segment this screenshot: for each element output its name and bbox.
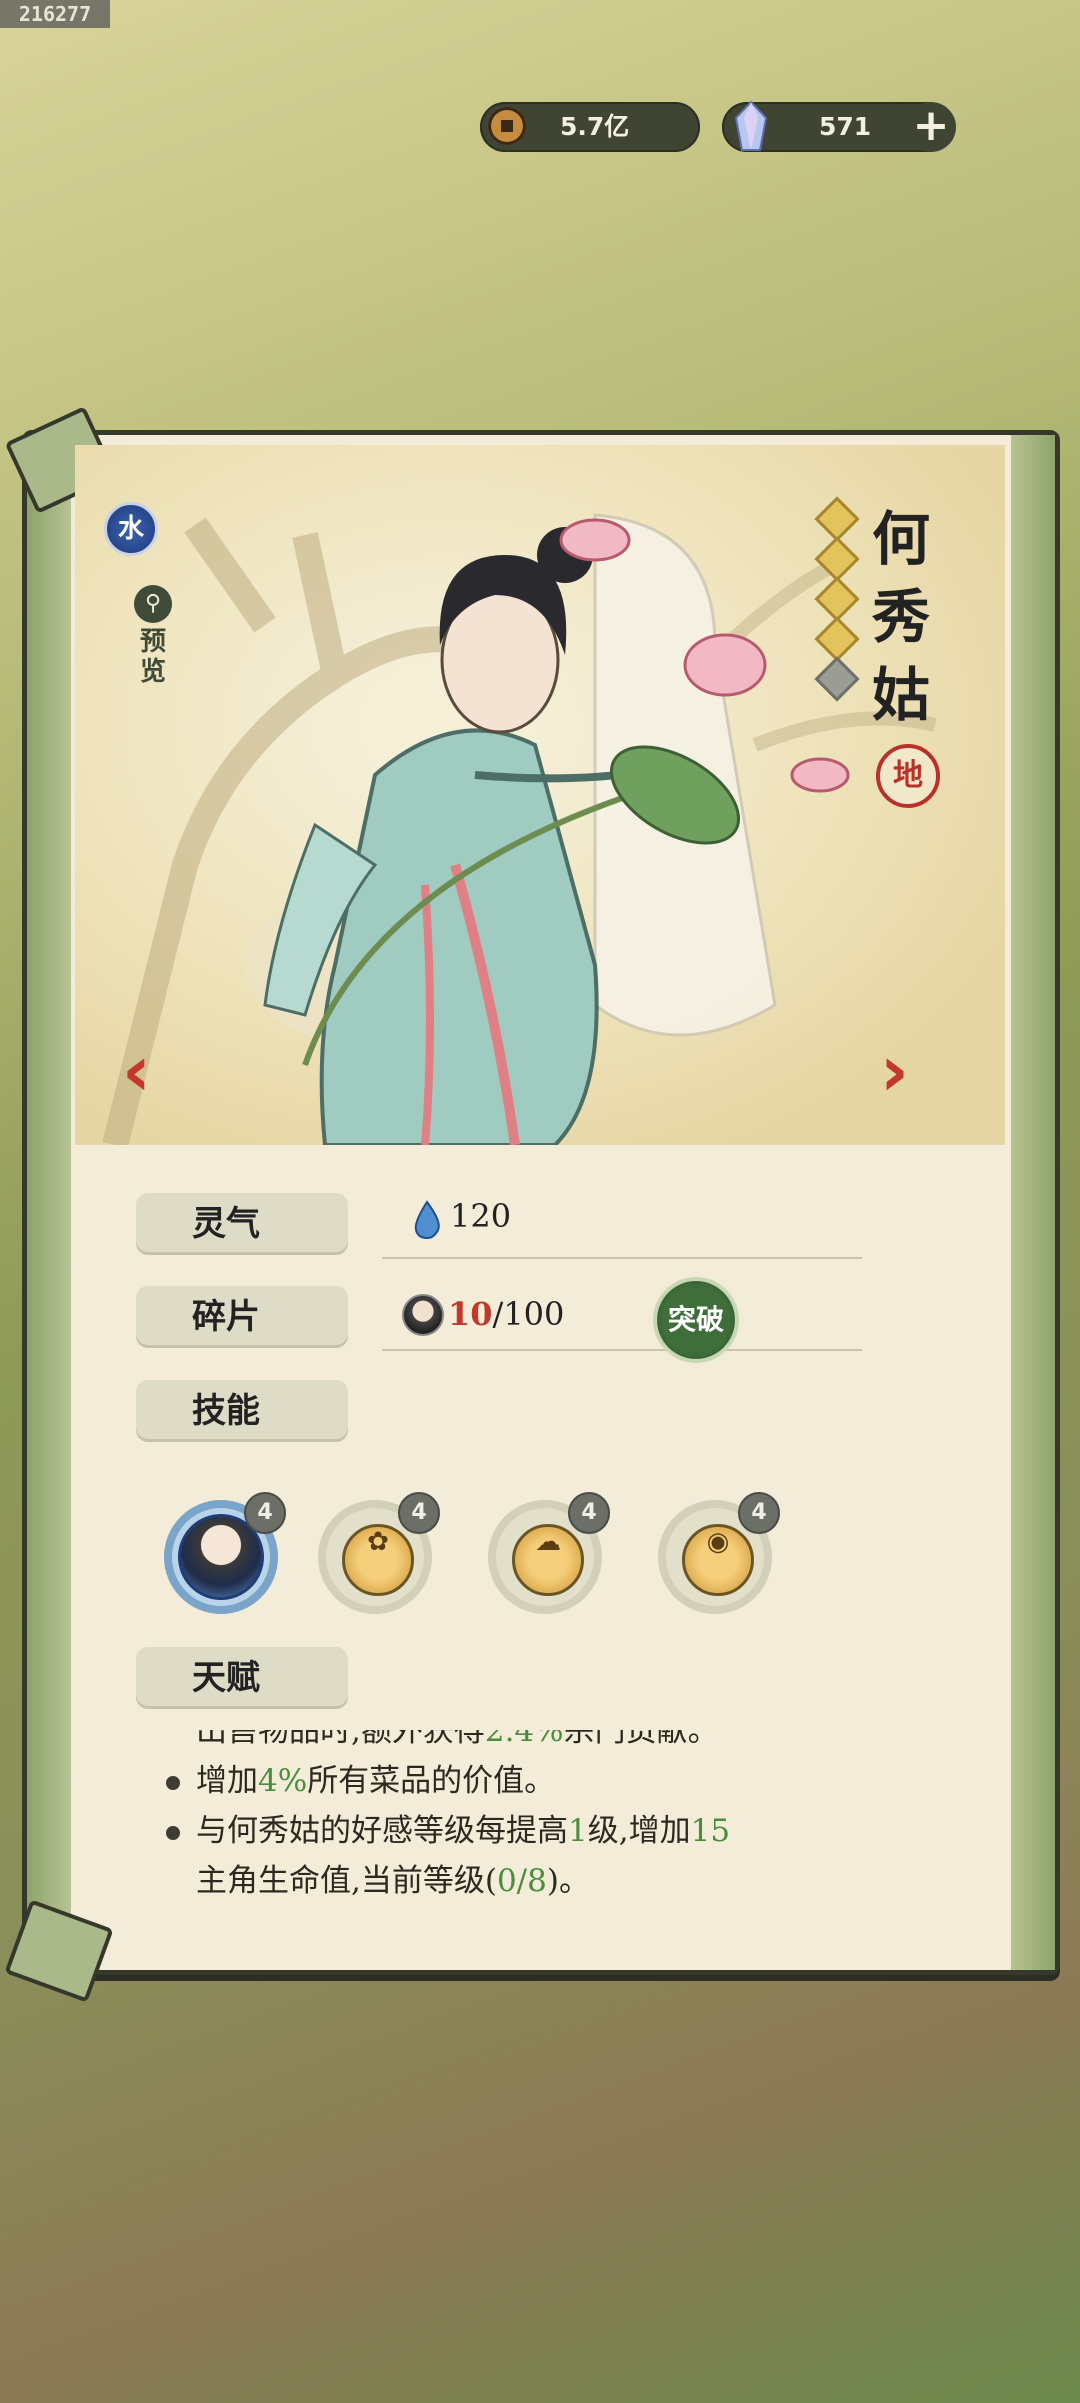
fragments-value: 10/100: [448, 1295, 564, 1333]
fragment-portrait-icon: [402, 1294, 444, 1336]
fragments-current: 10: [448, 1295, 493, 1333]
rank-seal: 地: [876, 744, 940, 808]
fragments-underline: [382, 1349, 862, 1351]
scroll-corner-bottom: [4, 1899, 114, 2003]
prev-character-button[interactable]: ‹: [122, 1030, 151, 1112]
fox-icon: ✿: [342, 1524, 414, 1596]
talent-line: 增加4%所有菜品的价值。: [160, 1756, 880, 1806]
spirit-drop-icon: [414, 1200, 440, 1240]
preview-label: 预览: [139, 627, 166, 687]
talent-list[interactable]: 出售物品时,额外获得2.4%宗门贡献。 增加4%所有菜品的价值。 与何秀姑的好感…: [160, 1730, 880, 1930]
preview-button[interactable]: ⚲ 预览: [130, 585, 176, 687]
talent-label: 天赋: [136, 1647, 348, 1709]
scroll-edge-right: [1011, 435, 1055, 1970]
next-character-button[interactable]: ›: [880, 1030, 909, 1112]
skill-level-badge: 4: [398, 1492, 440, 1534]
skill-level-badge: 4: [568, 1492, 610, 1534]
spirit-label: 灵气: [136, 1193, 348, 1255]
star-icon: [814, 536, 860, 582]
gem-counter: 571 +: [722, 100, 956, 152]
breakthrough-button[interactable]: 突破: [657, 1281, 735, 1359]
skill-slot-1[interactable]: 4: [164, 1492, 286, 1614]
water-element-badge: 水: [104, 502, 158, 556]
fragments-label: 碎片: [136, 1286, 348, 1348]
star-rating: [814, 495, 860, 703]
talent-line: 主角生命值,当前等级(0/8)。: [196, 1863, 590, 1899]
star-icon: [814, 496, 860, 542]
skill-slot-4[interactable]: ◉ 4: [658, 1492, 780, 1614]
coin-counter: 5.7亿: [480, 102, 700, 152]
talent-line: 与何秀姑的好感等级每提高1级,增加15: [160, 1806, 880, 1856]
coin-amount: 5.7亿: [560, 112, 630, 141]
skill-level-badge: 4: [738, 1492, 780, 1534]
fragments-total: /100: [492, 1295, 565, 1333]
coin-icon: [488, 107, 526, 145]
spirit-value: 120: [450, 1197, 512, 1235]
star-icon: [814, 616, 860, 662]
add-gems-button[interactable]: +: [906, 102, 956, 152]
magnifier-icon: ⚲: [134, 585, 172, 623]
crystal-icon: [734, 100, 768, 151]
gem-amount: 571: [819, 112, 872, 141]
screenshot-id: 216277: [0, 0, 110, 28]
talent-line: 出售物品时,额外获得2.4%宗门贡献。: [196, 1730, 719, 1749]
cotton-icon: ☁: [512, 1524, 584, 1596]
star-icon: [814, 576, 860, 622]
skill-slot-3[interactable]: ☁ 4: [488, 1492, 610, 1614]
star-empty-icon: [814, 656, 860, 702]
spirit-underline: [382, 1257, 862, 1259]
scroll-edge-left: [27, 435, 71, 1970]
bag-icon: ◉: [682, 1524, 754, 1596]
skills-label: 技能: [136, 1380, 348, 1442]
character-name: 何秀姑: [871, 505, 930, 729]
skill-slot-2[interactable]: ✿ 4: [318, 1492, 440, 1614]
skill-level-badge: 4: [244, 1492, 286, 1534]
